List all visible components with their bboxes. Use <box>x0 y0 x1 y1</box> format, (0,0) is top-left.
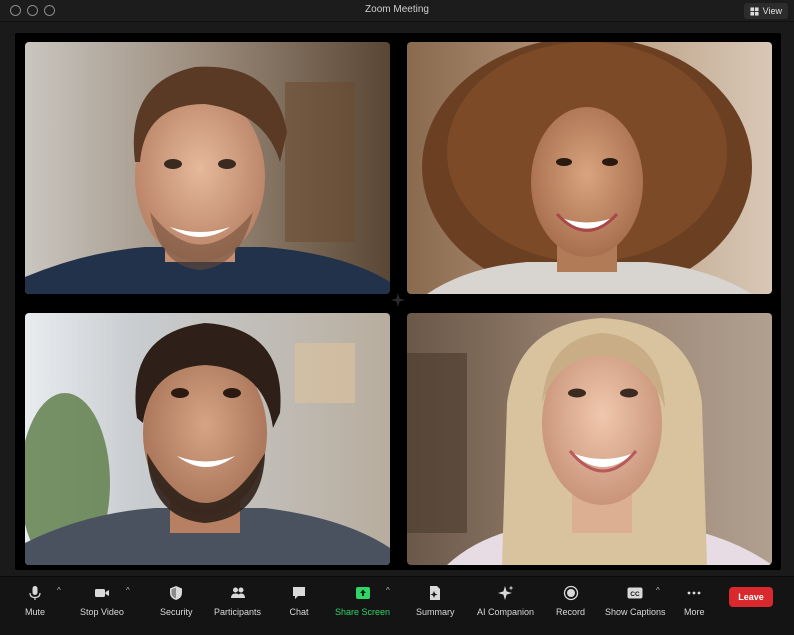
ai-companion-button[interactable]: AI Companion <box>477 583 534 617</box>
summary-icon <box>430 586 441 600</box>
leave-button[interactable]: Leave <box>729 587 773 607</box>
record-icon <box>563 585 578 601</box>
show-captions-label: Show Captions <box>605 607 666 617</box>
chat-bubble-icon <box>293 587 305 599</box>
participants-icon <box>230 587 245 598</box>
title-bar: Zoom Meeting View <box>0 0 794 22</box>
gallery-center-mark-icon <box>391 293 405 307</box>
participant-video-tile-4[interactable] <box>407 313 772 565</box>
security-button[interactable]: Security <box>160 583 193 617</box>
chat-button[interactable]: Chat <box>289 583 309 617</box>
more-dots-icon <box>687 591 701 595</box>
share-screen-label: Share Screen <box>335 607 391 617</box>
meeting-toolbar: Mute ^ Stop Video ^ Security Participant… <box>0 576 794 635</box>
video-options-caret[interactable]: ^ <box>126 586 130 595</box>
captions-options-caret[interactable]: ^ <box>656 586 660 595</box>
participants-label: Participants <box>214 607 262 617</box>
chat-label: Chat <box>289 607 309 617</box>
ai-companion-label: AI Companion <box>477 607 535 617</box>
summary-label: Summary <box>416 607 455 617</box>
window-title: Zoom Meeting <box>365 4 429 15</box>
summary-button[interactable]: Summary <box>416 583 455 617</box>
grid-view-icon <box>750 6 759 16</box>
mute-label: Mute <box>25 607 46 617</box>
stop-video-label: Stop Video <box>80 607 124 617</box>
captions-icon: CC <box>627 587 643 599</box>
mute-button[interactable]: Mute <box>25 583 45 617</box>
more-label: More <box>684 607 705 617</box>
microphone-icon <box>29 586 41 600</box>
security-label: Security <box>160 607 193 617</box>
participant-video-tile-3[interactable] <box>25 313 390 565</box>
video-camera-icon <box>94 589 109 597</box>
video-gallery <box>15 33 781 570</box>
share-screen-icon <box>355 587 370 599</box>
shield-icon <box>170 586 183 600</box>
ai-sparkle-icon <box>497 585 514 600</box>
participant-video-tile-1[interactable] <box>25 42 390 294</box>
more-button[interactable]: More <box>684 583 705 617</box>
record-label: Record <box>556 607 586 617</box>
record-button[interactable]: Record <box>556 583 585 617</box>
participants-button[interactable]: Participants <box>214 583 261 617</box>
stop-video-button[interactable]: Stop Video <box>80 583 124 617</box>
share-screen-button[interactable]: Share Screen <box>335 583 390 617</box>
share-options-caret[interactable]: ^ <box>386 586 390 595</box>
view-button[interactable]: View <box>743 3 788 19</box>
audio-options-caret[interactable]: ^ <box>57 586 61 595</box>
participant-video-tile-2[interactable] <box>407 42 772 294</box>
view-label: View <box>762 6 782 16</box>
captions-glyph: CC <box>631 591 641 598</box>
